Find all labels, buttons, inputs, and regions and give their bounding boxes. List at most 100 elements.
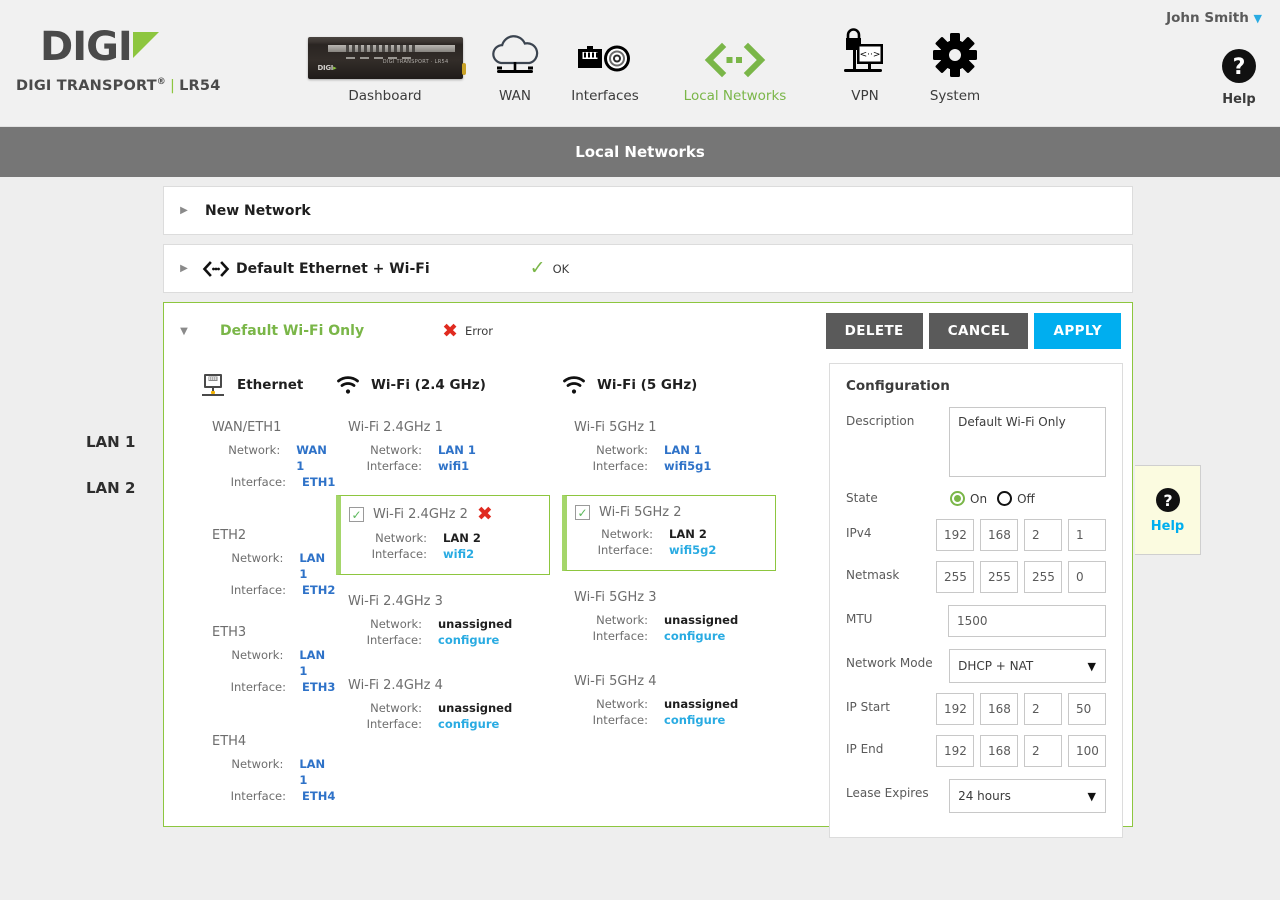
ip-start-octet-1[interactable] (936, 693, 974, 725)
ipv4-octet-2[interactable] (980, 519, 1018, 551)
nav-item-dashboard[interactable]: DIGI▸ DIGI TRANSPORT · LR54 Dashboard (300, 24, 470, 104)
lan1-row[interactable]: ▶ Default Ethernet + Wi-Fi ✓ OK (164, 245, 1132, 292)
interface-value[interactable]: ETH1 (302, 474, 335, 490)
nav-label-system: System (929, 88, 981, 104)
nav-item-local-networks[interactable]: Local Networks (650, 24, 820, 104)
ipv4-row: IPv4 (846, 519, 1106, 551)
vpn-lock-monitor-icon: <··> (835, 28, 895, 79)
lan1-status: ✓ OK (530, 259, 570, 278)
nav-item-interfaces[interactable]: Interfaces (560, 24, 650, 104)
network-value[interactable]: WAN 1 (296, 442, 336, 474)
lease-expires-select[interactable]: 24 hours ▼ (949, 779, 1106, 813)
ip-start-octet-3[interactable] (1024, 693, 1062, 725)
ip-end-octet-3[interactable] (1024, 735, 1062, 767)
description-label: Description (846, 414, 915, 428)
network-value[interactable]: LAN 1 (438, 442, 476, 458)
ethernet-port-icon (576, 29, 634, 79)
network-label: Network: (596, 443, 648, 457)
interface-value[interactable]: ETH3 (302, 679, 335, 695)
network-label: Network: (596, 613, 648, 627)
network-value[interactable]: LAN 1 (299, 647, 336, 679)
state-on-radio[interactable]: On (950, 491, 987, 506)
network-label: Network: (601, 527, 653, 541)
new-network-row[interactable]: ▶ New Network (164, 187, 1132, 234)
netmask-octet-1[interactable] (936, 561, 974, 593)
page-content: LAN 1 LAN 2 ▶ New Network ▶ Default Ethe… (0, 177, 1280, 838)
wifi5-column: Wi-Fi (5 GHz) Wi-Fi 5GHz 1 Network: LAN 1… (562, 359, 788, 804)
ip-end-octet-1[interactable] (936, 735, 974, 767)
interface-value[interactable]: configure (664, 712, 725, 728)
lan1-panel[interactable]: ▶ Default Ethernet + Wi-Fi ✓ OK (163, 244, 1133, 293)
expand-arrow-icon[interactable]: ▶ (175, 205, 193, 216)
apply-button[interactable]: APPLY (1034, 313, 1121, 349)
network-mode-label: Network Mode (846, 656, 933, 670)
description-textarea[interactable]: Default Wi-Fi Only (949, 407, 1106, 477)
wifi24-port-2-card[interactable]: ✓ Wi-Fi 2.4GHz 2 ✖ Network: LAN 2 Interfa… (336, 495, 550, 575)
interface-value[interactable]: wifi2 (443, 546, 474, 562)
ipv4-octet-1[interactable] (936, 519, 974, 551)
nav-item-system[interactable]: System (910, 24, 1000, 104)
help-side-tab[interactable]: ? Help (1135, 465, 1201, 555)
netmask-octet-3[interactable] (1024, 561, 1062, 593)
network-value[interactable]: LAN 1 (664, 442, 702, 458)
state-off-radio[interactable]: Off (997, 491, 1035, 506)
network-value[interactable]: LAN 1 (299, 756, 336, 788)
wifi5-port-2-card[interactable]: ✓ Wi-Fi 5GHz 2 Network: LAN 2 Interface: w… (562, 495, 776, 571)
ip-end-octet-2[interactable] (980, 735, 1018, 767)
ipv4-octet-3[interactable] (1024, 519, 1062, 551)
help-button-header[interactable]: ? Help (1220, 47, 1258, 107)
question-circle-icon: ? (1155, 487, 1180, 512)
network-value: LAN 2 (669, 527, 707, 541)
interface-value[interactable]: configure (438, 716, 499, 732)
interface-value[interactable]: configure (438, 632, 499, 648)
netmask-octet-4[interactable] (1068, 561, 1106, 593)
state-label: State (846, 491, 878, 505)
ip-start-octet-4[interactable] (1068, 693, 1106, 725)
delete-button[interactable]: DELETE (825, 313, 923, 349)
ipv4-octet-4[interactable] (1068, 519, 1106, 551)
port-name: ETH3 (212, 625, 247, 640)
lan2-row[interactable]: ▼ Default Wi-Fi Only ✖ Error DELETE CANC… (164, 303, 1132, 359)
cancel-button[interactable]: CANCEL (928, 313, 1029, 349)
interface-label: Interface: (592, 459, 648, 473)
new-network-panel[interactable]: ▶ New Network (163, 186, 1133, 235)
wifi24-column-title: Wi-Fi (2.4 GHz) (371, 377, 486, 393)
wifi24-port-2-checkbox[interactable]: ✓ (349, 507, 364, 522)
network-value: unassigned (664, 697, 739, 711)
user-menu[interactable]: John Smith ▼ (1166, 10, 1262, 26)
local-networks-icon (202, 260, 230, 277)
expand-arrow-icon[interactable]: ▶ (175, 263, 193, 274)
interface-value[interactable]: configure (664, 628, 725, 644)
lan2-status: ✖ Error (442, 319, 493, 342)
interface-value[interactable]: wifi5g1 (664, 458, 711, 474)
interface-value[interactable]: ETH4 (302, 788, 335, 804)
nav-item-wan[interactable]: WAN (470, 24, 560, 104)
wifi24-column-header: Wi-Fi (2.4 GHz) (336, 368, 562, 402)
network-label: Network: (231, 648, 284, 662)
interface-label: Interface: (230, 789, 286, 803)
port-name: Wi-Fi 2.4GHz 2 (373, 507, 468, 522)
digi-logo: DIGI (40, 27, 274, 68)
nav-item-vpn[interactable]: <··> VPN (820, 24, 910, 104)
network-mode-select[interactable]: DHCP + NAT ▼ (949, 649, 1106, 683)
ethernet-column-header: Ethernet (200, 368, 336, 402)
collapse-arrow-icon[interactable]: ▼ (175, 326, 193, 337)
mtu-input[interactable] (948, 605, 1106, 637)
eth-port-1: WAN/ETH1 Network: WAN 1 Interface: ETH1 (200, 420, 336, 490)
configuration-title: Configuration (846, 378, 950, 394)
eth-port-3: ETH3 Network: LAN 1 Interface: ETH3 (200, 625, 336, 695)
interface-label: Interface: (597, 543, 653, 557)
netmask-octet-2[interactable] (980, 561, 1018, 593)
interface-value[interactable]: wifi5g2 (669, 542, 716, 558)
model-label: LR54 (179, 77, 221, 94)
radio-off-icon (997, 491, 1013, 506)
network-mode-value: DHCP + NAT (958, 659, 1034, 673)
interface-value[interactable]: wifi1 (438, 458, 469, 474)
interface-value[interactable]: ETH2 (302, 582, 335, 598)
wifi5-port-2-checkbox[interactable]: ✓ (575, 505, 590, 520)
error-x-icon: ✖ (442, 319, 458, 342)
network-value[interactable]: LAN 1 (299, 550, 336, 582)
ip-start-octet-2[interactable] (980, 693, 1018, 725)
lan2-detail: Ethernet WAN/ETH1 Network: WAN 1 Interfac… (164, 359, 1132, 838)
ip-end-octet-4[interactable] (1068, 735, 1106, 767)
